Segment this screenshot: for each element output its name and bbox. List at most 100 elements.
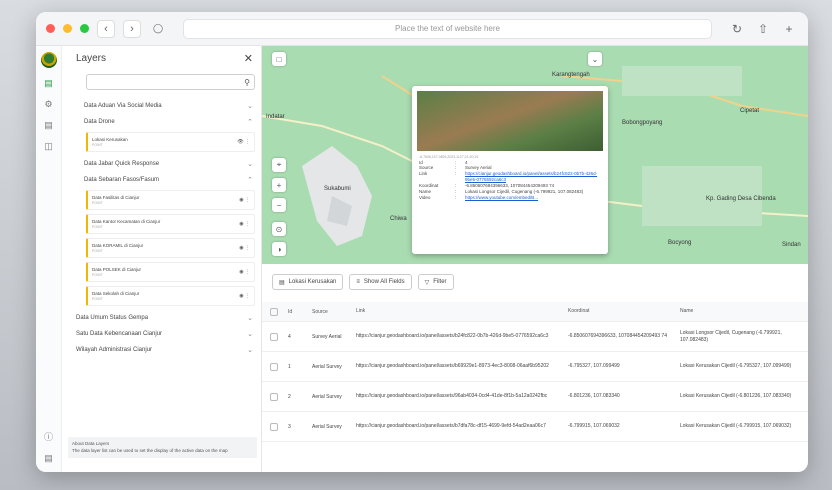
group-aduan[interactable]: Data Aduan Via Social Media ⌄ [62,98,261,114]
search-input[interactable]: ⚲ [86,74,255,90]
shield-icon: ◯ [152,23,164,33]
zoom-in-icon[interactable]: + [272,178,286,192]
group-gempa[interactable]: Data Umum Status Gempa ⌄ [62,310,261,326]
map-label-bobongpoyang: Bobongpoyang [622,120,663,126]
forward-button[interactable]: › [123,19,141,38]
visibility-off-icon[interactable]: ◉ ⋮ [239,221,250,227]
search-icon: ⚲ [244,77,250,87]
visibility-icon[interactable]: 👁 ⋮ [237,139,250,145]
cell-link[interactable]: https://cianjur.geodashboard.io/panel/as… [356,393,568,400]
cell-koordinat: -6.801236, 107.083340 [568,393,620,400]
group-fasos[interactable]: Data Sebaran Fasos/Fasum ⌃ [62,172,261,188]
row-checkbox[interactable] [270,422,278,431]
row-checkbox[interactable] [270,392,278,401]
panel-title: Layers [76,52,107,64]
attribute-table: Id Source Link Koordinat Name 4 Survey A… [262,302,808,472]
popup-link[interactable]: https://cianjur.geodashboard.io/panel/as… [465,171,605,183]
filter-button[interactable]: ▽ Filter [417,274,454,290]
document-icon[interactable]: ▤ [44,120,53,131]
show-all-fields-button[interactable]: ≡ Show All Fields [349,274,412,290]
group-label: Data Aduan Via Social Media [84,103,162,109]
layer-item-sekolah[interactable]: Data Sekolah di Cianjur POINT ◉ ⋮ [86,286,255,306]
back-button[interactable]: ‹ [97,19,115,38]
header-link[interactable]: Link [356,308,568,315]
maximize-dot[interactable] [80,24,89,33]
main-area: Karangtengah Cipetat Bobongpoyang Indata… [262,46,808,472]
share-icon[interactable]: ⇧ [754,20,772,38]
table-row[interactable]: 2 Aerial Survey https://cianjur.geodashb… [262,382,808,412]
chevron-down-icon[interactable]: ⌄ [588,52,602,66]
layer-type: POINT [92,272,103,277]
settings-icon[interactable]: ⚙ [44,99,52,110]
header-koordinat[interactable]: Koordinat [568,308,680,315]
table-icon: ▤ [279,279,285,286]
cell-koordinat: -6.795327, 107.099499 [568,363,620,370]
visibility-off-icon[interactable]: ◉ ⋮ [239,245,250,251]
table-toolbar: ▤ Lokasi Kerusakan ≡ Show All Fields ▽ Filt… [262,272,808,292]
visibility-off-icon[interactable]: ◉ ⋮ [239,269,250,275]
layers-panel: Layers ✕ ⚲ Data Aduan Via Social Media ⌄ … [62,46,262,472]
browser-window: ‹ › ◯ Place the text of website here ↻ ⇧… [36,12,808,472]
group-satu-data[interactable]: Satu Data Kebencanaan Cianjur ⌄ [62,326,261,342]
map-toggle-icon[interactable]: □ [272,52,286,66]
cell-name: Lokasi Kerusakan Cijedil (-6.799915, 107… [680,423,792,430]
layer-label: Data Sekolah di Cianjur [92,290,140,296]
table-row[interactable]: 3 Aerial Survey https://cianjur.geodashb… [262,412,808,442]
layer-item-lokasi-kerusakan[interactable]: Lokasi Kerusakan POINT 👁 ⋮ [86,132,255,152]
browser-chrome: ‹ › ◯ Place the text of website here ↻ ⇧… [36,12,808,46]
layer-select-label: Lokasi Kerusakan [288,279,337,285]
select-all-checkbox[interactable] [270,307,278,316]
layer-type: POINT [92,142,103,147]
table-row[interactable]: 4 Survey Aerial https://cianjur.geodashb… [262,322,808,352]
chevron-down-icon: ⌄ [247,347,253,354]
help-icon[interactable]: ⓘ [44,430,53,443]
row-checkbox[interactable] [270,362,278,371]
row-checkbox[interactable] [270,332,278,341]
collapse-icon[interactable]: ▤ [44,453,53,464]
basemap-icon[interactable]: ◑ [272,242,286,256]
visibility-off-icon[interactable]: ◉ ⋮ [239,197,250,203]
close-dot[interactable] [46,24,55,33]
group-drone[interactable]: Data Drone ⌃ [62,114,261,130]
close-icon[interactable]: ✕ [244,52,253,65]
cell-link[interactable]: https://cianjur.geodashboard.io/panel/as… [356,363,568,370]
layer-select-button[interactable]: ▤ Lokasi Kerusakan [272,274,344,290]
new-tab-icon[interactable]: + [780,20,798,38]
header-source[interactable]: Source [312,309,356,315]
layer-label: Data KORAMIL di Cianjur [92,242,144,248]
reload-icon[interactable]: ↻ [728,20,746,38]
about-box: About Data Layers The data layer list ca… [68,437,257,458]
layer-item-fasilitas[interactable]: Data Fasilitas di Cianjur POINT ◉ ⋮ [86,190,255,210]
layer-label: Lokasi Kerusakan [92,136,128,142]
layer-item-kecamatan[interactable]: Data Kantor Kecamatan di Cianjur POINT ◉ … [86,214,255,234]
cell-link[interactable]: https://cianjur.geodashboard.io/panel/as… [356,333,568,340]
group-jabar[interactable]: Data Jabar Quick Response ⌄ [62,156,261,172]
layer-item-koramil[interactable]: Data KORAMIL di Cianjur POINT ◉ ⋮ [86,238,255,258]
group-label: Data Drone [84,119,115,125]
cell-link[interactable]: https://cianjur.geodashboard.io/panel/as… [356,423,568,430]
visibility-off-icon[interactable]: ◉ ⋮ [239,293,250,299]
header-id[interactable]: Id [288,309,312,315]
minimize-dot[interactable] [63,24,72,33]
cell-id: 4 [288,333,291,340]
popup-video-link[interactable]: https://www.youtube.com/embed/B... [465,195,605,201]
map[interactable]: Karangtengah Cipetat Bobongpoyang Indata… [262,46,808,264]
compass-icon[interactable]: ⊙ [272,222,286,236]
table-row[interactable]: 1 Aerial Survey https://cianjur.geodashb… [262,352,808,382]
header-name[interactable]: Name [680,308,808,315]
app: ▤ ⚙ ▤ ◫ ⓘ ▤ Layers ✕ ⚲ Data Aduan Via So… [36,46,808,472]
group-label: Data Sebaran Fasos/Fasum [84,177,160,183]
fields-icon: ≡ [356,279,360,285]
aerial-photo [417,91,603,151]
feature-popup: -6.7606,107.0826,2023,1127,01:20:19 Id:4… [412,86,608,254]
zoom-out-icon[interactable]: − [272,198,286,212]
filter-label: Filter [433,279,447,285]
map-label-karangtengah: Karangtengah [552,72,590,78]
address-bar[interactable]: Place the text of website here [183,18,712,39]
chart-icon[interactable]: ◫ [44,141,53,152]
layer-item-polsek[interactable]: Data POLSEK di Cianjur POINT ◉ ⋮ [86,262,255,282]
group-wilayah[interactable]: Wilayah Administrasi Cianjur ⌄ [62,342,261,358]
layers-icon[interactable]: ▤ [44,78,53,89]
locate-icon[interactable]: ⌖ [272,158,286,172]
layer-type: POINT [92,248,103,253]
